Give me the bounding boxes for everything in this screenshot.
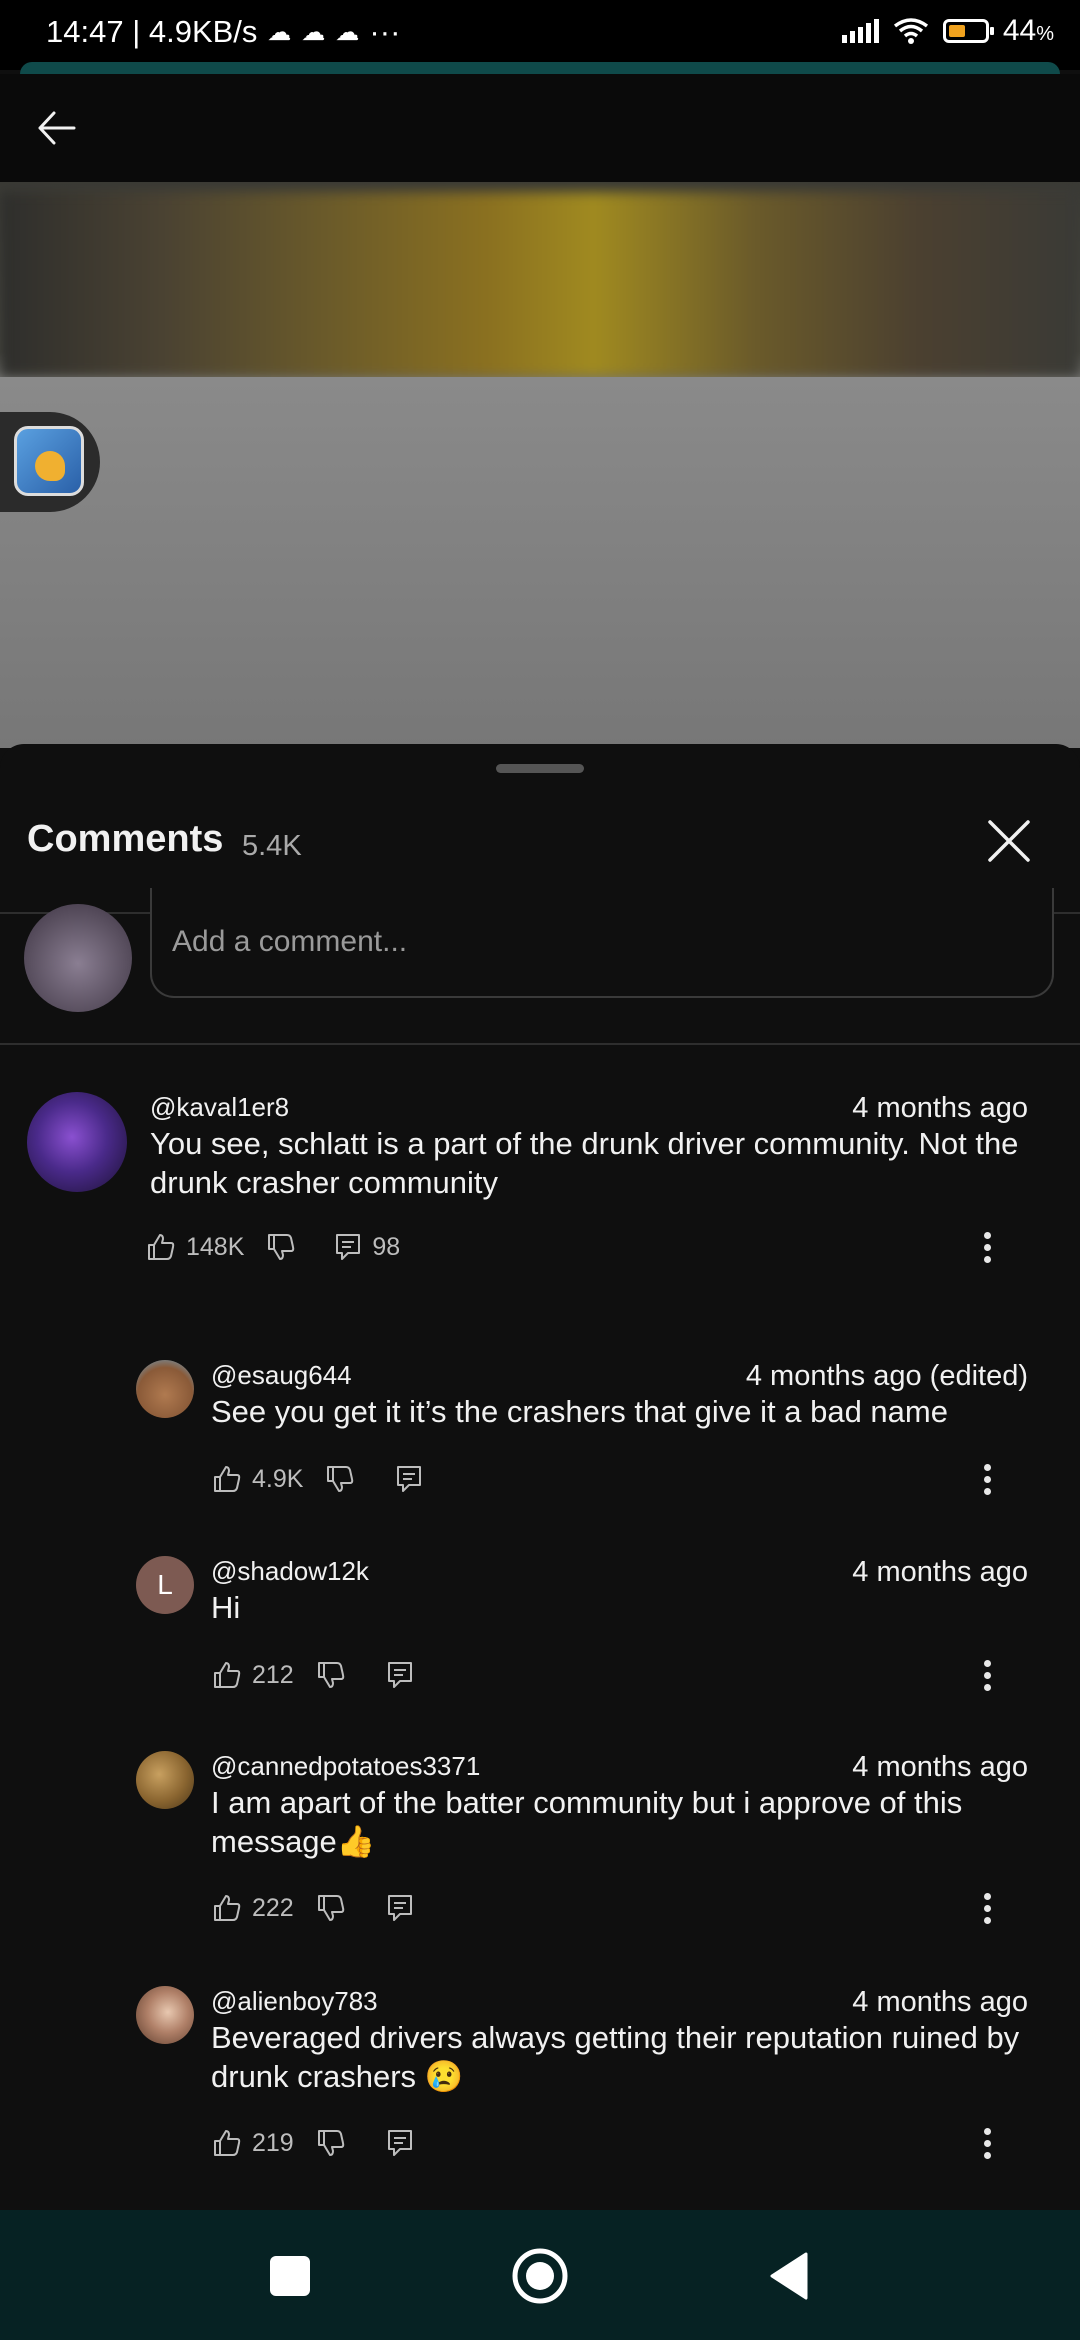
reply-author[interactable]: @cannedpotatoes3371: [211, 1751, 480, 1782]
more-options-icon[interactable]: [984, 1464, 998, 1500]
like-count: 148K: [186, 1232, 245, 1261]
reply-author[interactable]: @esaug644: [211, 1360, 352, 1391]
thumbs-up-icon: [214, 1895, 241, 1921]
reply-time: 4 months ago (edited): [745, 1360, 1028, 1392]
app-bubble-icon: [14, 426, 84, 496]
like-button[interactable]: 4.9K: [212, 1464, 303, 1494]
thumbs-up-icon: [214, 2130, 241, 2156]
more-options-icon[interactable]: [984, 2128, 998, 2164]
reply-actions: 4.9K: [212, 1464, 423, 1494]
reply-actions: 222: [212, 1893, 414, 1923]
home-circle-icon[interactable]: [510, 2246, 570, 2306]
thumbs-down-icon[interactable]: [325, 1464, 355, 1494]
like-button[interactable]: 222: [212, 1893, 294, 1923]
reply-time: 4 months ago: [852, 1751, 1028, 1783]
avatar[interactable]: [136, 1986, 194, 2044]
comments-sheet: Comments 5.4K @kaval1er8 4 months ago Yo…: [0, 744, 1080, 2210]
notification-icon: ☁: [335, 18, 360, 46]
more-options-icon[interactable]: [984, 1660, 998, 1696]
reply-icon[interactable]: [395, 1464, 423, 1494]
like-button[interactable]: 148K: [146, 1232, 244, 1262]
like-count: 219: [252, 2128, 294, 2157]
reply-text: Hi: [211, 1590, 241, 1625]
like-button[interactable]: 212: [212, 1660, 294, 1690]
thumbs-up-icon: [214, 1466, 241, 1492]
avatar[interactable]: [136, 1751, 194, 1809]
avatar[interactable]: L: [136, 1556, 194, 1614]
more-options-icon[interactable]: [984, 1232, 998, 1268]
reply-author[interactable]: @alienboy783: [211, 1986, 378, 2017]
thumbs-up-icon: [148, 1234, 175, 1260]
wifi-icon: [893, 18, 928, 44]
top-bar: [0, 74, 1080, 182]
comments-count: 5.4K: [242, 830, 302, 862]
header-accent: [20, 62, 1060, 74]
avatar[interactable]: [136, 1360, 194, 1418]
recents-square-icon[interactable]: [260, 2246, 320, 2306]
reply-author[interactable]: @shadow12k: [211, 1556, 369, 1587]
signal-icon: [841, 19, 879, 43]
floating-app-bubble[interactable]: [0, 412, 100, 512]
status-time-speed: 14:47 | 4.9KB/s: [46, 14, 258, 49]
notification-icon: ☁: [301, 18, 326, 46]
like-count: 4.9K: [252, 1464, 304, 1493]
system-nav-bar: [0, 2210, 1080, 2340]
thumbs-down-icon[interactable]: [316, 1660, 346, 1690]
close-icon[interactable]: [986, 818, 1032, 864]
more-options-icon[interactable]: [984, 1893, 998, 1929]
reply-text: Beveraged drivers always getting their r…: [211, 2020, 1020, 2094]
avatar[interactable]: [27, 1092, 127, 1192]
status-right: 44%: [841, 14, 1054, 48]
reply-button[interactable]: 98: [334, 1232, 400, 1262]
like-count: 212: [252, 1660, 294, 1689]
more-notifications-icon: ···: [369, 14, 401, 49]
comment-time: 4 months ago: [852, 1092, 1028, 1124]
video-player[interactable]: [0, 182, 1080, 748]
reply-time: 4 months ago: [852, 1986, 1028, 2018]
status-left: 14:47 | 4.9KB/s ☁ ☁ ☁ ···: [46, 14, 400, 50]
status-bar: 14:47 | 4.9KB/s ☁ ☁ ☁ ··· 44%: [0, 0, 1080, 70]
notification-icon: ☁: [267, 18, 292, 46]
divider: [0, 1043, 1080, 1045]
reply-icon: [336, 1234, 361, 1260]
reply-count: 98: [372, 1232, 401, 1261]
like-button[interactable]: 219: [212, 2128, 294, 2158]
like-count: 222: [252, 1893, 294, 1922]
comment-author[interactable]: @kaval1er8: [150, 1092, 289, 1123]
comment-text: You see, schlatt is a part of the drunk …: [150, 1126, 1019, 1200]
reply-icon[interactable]: [386, 1660, 414, 1690]
thumbs-up-icon: [214, 1662, 241, 1688]
comment-actions: 148K 98: [146, 1232, 400, 1262]
reply-actions: 219: [212, 2128, 414, 2158]
battery-level: 44%: [1002, 14, 1054, 47]
thumbs-down-icon[interactable]: [316, 1893, 346, 1923]
back-triangle-icon[interactable]: [760, 2246, 820, 2306]
reply-icon[interactable]: [386, 1893, 414, 1923]
add-comment-input[interactable]: [150, 888, 1054, 998]
reply-actions: 212: [212, 1660, 414, 1690]
battery-icon: [942, 19, 994, 43]
reply-text: I am apart of the batter community but i…: [211, 1785, 963, 1859]
reply-icon[interactable]: [386, 2128, 414, 2158]
video-frame-wall: [0, 377, 1080, 748]
thumbs-down-icon[interactable]: [316, 2128, 346, 2158]
thumbs-down-icon[interactable]: [266, 1232, 296, 1262]
video-frame-train: [0, 192, 1080, 377]
back-arrow-icon[interactable]: [28, 98, 88, 158]
reply-text: See you get it it’s the crashers that gi…: [211, 1394, 948, 1429]
avatar: [24, 904, 132, 1012]
comments-title: Comments: [27, 818, 224, 860]
drag-handle[interactable]: [496, 764, 584, 773]
reply-time: 4 months ago: [852, 1556, 1028, 1588]
